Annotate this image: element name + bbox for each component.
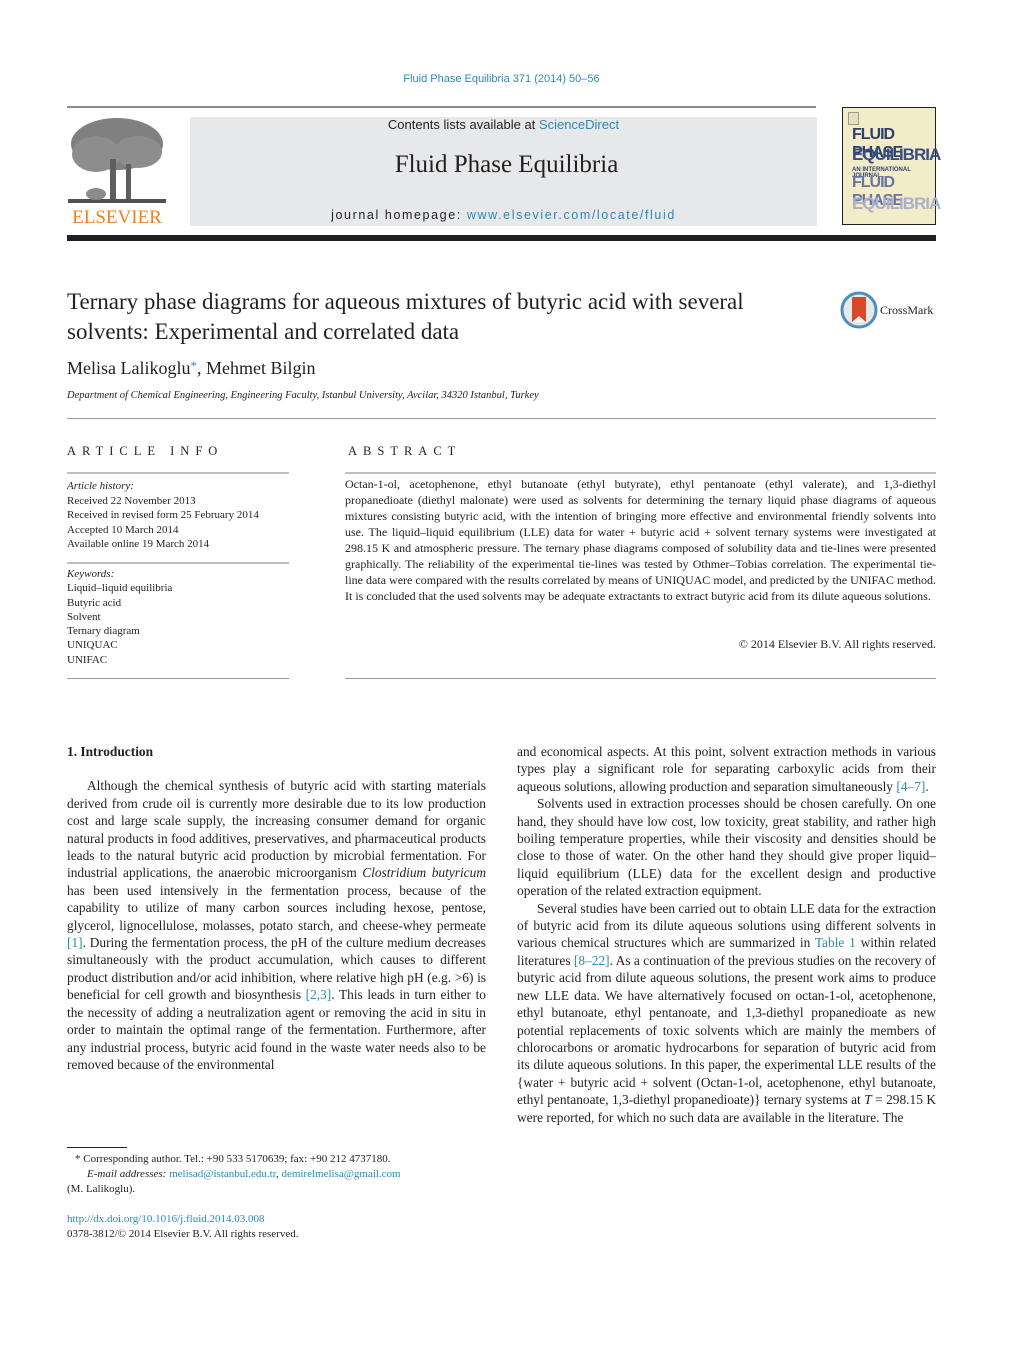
author-name[interactable]: Mehmet Bilgin (206, 358, 316, 378)
temperature-symbol: T (864, 1092, 872, 1108)
homepage-prefix: journal homepage: (331, 208, 467, 222)
article-info-rule (67, 472, 289, 474)
text-span: and economical aspects. At this point, s… (517, 744, 936, 794)
species-name: Clostridium butyricum (362, 865, 486, 881)
journal-homepage-line: journal homepage: www.elsevier.com/locat… (190, 208, 817, 222)
section-heading-introduction: 1. Introduction (67, 744, 154, 759)
author-list: Melisa Lalikoglu*, Mehmet Bilgin (67, 358, 315, 379)
reference-link[interactable]: [2,3] (306, 987, 332, 1002)
crossmark-label[interactable]: CrossMark (880, 303, 933, 318)
article-history: Article history: Received 22 November 20… (67, 479, 259, 552)
keywords-block: Keywords: Liquid–liquid equilibria Butyr… (67, 567, 172, 667)
body-column-left: 1. Introduction Although the chemical sy… (67, 743, 486, 1073)
title-divider (67, 418, 936, 419)
body-column-right: and economical aspects. At this point, s… (517, 743, 936, 1126)
article-info-rule (67, 678, 289, 679)
text-span: . (925, 778, 929, 794)
article-title: Ternary phase diagrams for aqueous mixtu… (67, 289, 744, 344)
abstract-rule (345, 678, 936, 679)
doi-block: http://dx.doi.org/10.1016/j.fluid.2014.0… (67, 1212, 507, 1242)
article-info-rule (67, 562, 289, 564)
header-thick-rule (67, 235, 936, 241)
keyword-item: Butyric acid (67, 596, 122, 609)
keyword-item: Liquid–liquid equilibria (67, 582, 173, 595)
history-item: Received in revised form 25 February 201… (67, 509, 259, 521)
crossmark-icon (840, 291, 878, 329)
header-top-rule (67, 106, 816, 108)
corresponding-author-note: * Corresponding author. Tel.: +90 533 51… (75, 1153, 391, 1165)
doi-link[interactable]: http://dx.doi.org/10.1016/j.fluid.2014.0… (67, 1212, 507, 1227)
article-history-label: Article history: (67, 480, 134, 492)
abstract-heading: ABSTRACT (348, 444, 462, 458)
email-label: E-mail addresses: (87, 1168, 167, 1180)
abstract-text: Octan-1-ol, acetophenone, ethyl butanoat… (345, 477, 936, 603)
issn-copyright: 0378-3812/© 2014 Elsevier B.V. All right… (67, 1228, 299, 1240)
email-link[interactable]: demirelmelisa@gmail.com (281, 1168, 400, 1180)
abstract-rule (345, 472, 936, 474)
keyword-item: Ternary diagram (67, 625, 140, 638)
keyword-item: UNIQUAC (67, 639, 118, 652)
body-paragraph: and economical aspects. At this point, s… (517, 743, 936, 795)
email-line: E-mail addresses: melisad@istanbul.edu.t… (67, 1167, 507, 1182)
author-name[interactable]: Melisa Lalikoglu (67, 358, 190, 378)
cover-line: EQUILIBRIA (852, 145, 941, 164)
article-info-heading: ARTICLE INFO (67, 444, 224, 458)
journal-homepage-link[interactable]: www.elsevier.com/locate/fluid (467, 208, 676, 222)
cover-line: EQUILIBRIA (852, 194, 941, 213)
body-paragraph: Several studies have been carried out to… (517, 900, 936, 1126)
email-owner: (M. Lalikoglu). (67, 1183, 136, 1195)
text-span: has been used intensively in the ferment… (67, 882, 486, 933)
history-item: Received 22 November 2013 (67, 494, 196, 507)
body-paragraph: Although the chemical synthesis of butyr… (67, 777, 486, 1073)
footnotes: * Corresponding author. Tel.: +90 533 51… (67, 1152, 507, 1197)
author-separator: , (196, 358, 206, 378)
elsevier-tree-icon (68, 118, 166, 203)
contents-line: Contents lists available at ScienceDirec… (190, 117, 817, 132)
reference-link[interactable]: [4–7] (896, 779, 925, 794)
email-link[interactable]: melisad@istanbul.edu.tr (169, 1168, 276, 1180)
journal-citation-link[interactable]: Fluid Phase Equilibria 371 (2014) 50–56 (0, 73, 1003, 85)
abstract-copyright: © 2014 Elsevier B.V. All rights reserved… (738, 637, 936, 651)
reference-link[interactable]: [1] (67, 935, 83, 950)
sciencedirect-link[interactable]: ScienceDirect (539, 117, 619, 132)
contents-prefix: Contents lists available at (387, 117, 539, 132)
publisher-badge-icon (848, 112, 859, 125)
body-paragraph: Solvents used in extraction processes sh… (517, 796, 936, 899)
journal-title: Fluid Phase Equilibria (394, 151, 619, 178)
history-item: Accepted 10 March 2014 (67, 523, 179, 536)
author-affiliation: Department of Chemical Engineering, Engi… (67, 390, 539, 401)
history-item: Available online 19 March 2014 (67, 538, 210, 550)
keyword-item: UNIFAC (67, 653, 108, 666)
footnote-rule (67, 1147, 127, 1148)
text-span: . As a continuation of the previous stud… (517, 952, 936, 1108)
journal-cover-thumbnail[interactable]: FLUID PHASE EQUILIBRIA AN INTERNATIONAL … (842, 107, 941, 225)
reference-link[interactable]: [8–22] (574, 953, 610, 968)
elsevier-wordmark: ELSEVIER (72, 207, 162, 228)
table-reference-link[interactable]: Table 1 (815, 935, 856, 950)
keywords-label: Keywords: (67, 568, 115, 580)
keyword-item: Solvent (67, 610, 101, 623)
